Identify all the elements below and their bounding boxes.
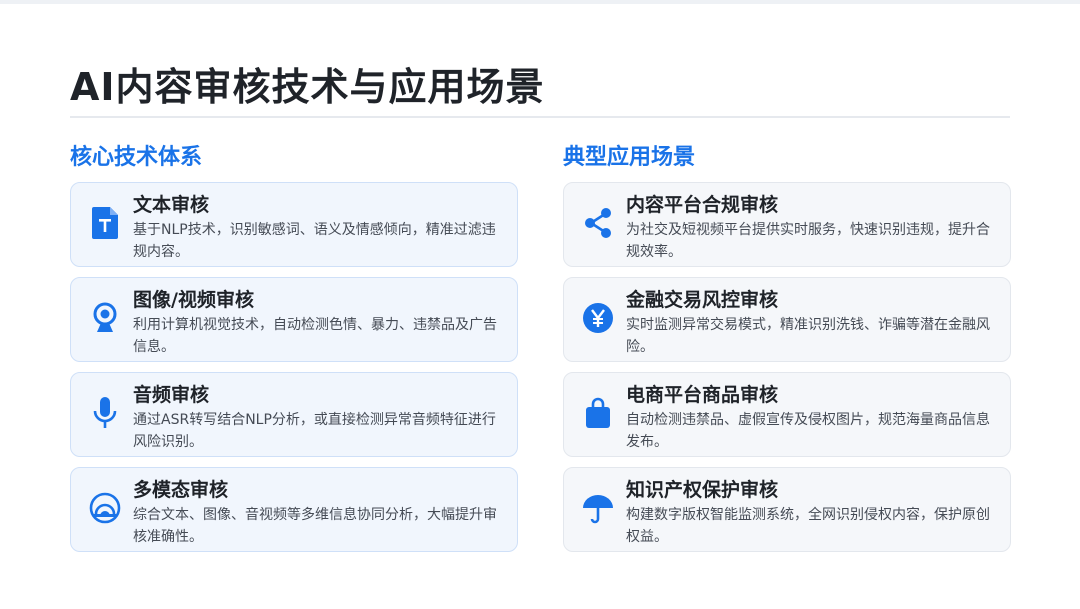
card-title: 图像/视频审核: [133, 289, 254, 311]
application-heading: 典型应用场景: [563, 145, 696, 170]
slide: AI内容审核技术与应用场景 核心技术体系 文本审核 基于NLP技术，识别敏感词、…: [0, 0, 1080, 609]
app-card-ecommerce: 电商平台商品审核 自动检测违禁品、虚假宣传及侵权图片，规范海量商品信息发布。: [563, 372, 1011, 457]
core-tech-column: 核心技术体系 文本审核 基于NLP技术，识别敏感词、语义及情感倾向，精准过滤违规…: [70, 142, 518, 562]
card-description: 综合文本、图像、音视频等多维信息协同分析，大幅提升审核准确性。: [133, 507, 497, 545]
card-title: 内容平台合规审核: [626, 194, 779, 216]
card-title: 音频审核: [133, 384, 210, 406]
core-tech-heading: 核心技术体系: [70, 145, 203, 170]
card-title: 多模态审核: [133, 479, 229, 501]
umbrella-icon: [582, 490, 614, 526]
card-title: 电商平台商品审核: [626, 384, 779, 406]
multimodal-signal-icon: [89, 490, 121, 526]
card-description: 自动检测违禁品、虚假宣传及侵权图片，规范海量商品信息发布。: [626, 412, 990, 450]
page-title: AI内容审核技术与应用场景: [70, 65, 545, 109]
app-card-content-platform: 内容平台合规审核 为社交及短视频平台提供实时服务，快速识别违规，提升合规效率。: [563, 182, 1011, 267]
app-card-finance: 金融交易风控审核 实时监测异常交易模式，精准识别洗钱、诈骗等潜在金融风险。: [563, 277, 1011, 362]
webcam-icon: [89, 300, 121, 336]
shopping-bag-icon: [582, 395, 614, 431]
document-text-icon: [89, 205, 121, 241]
tech-card-multimodal: 多模态审核 综合文本、图像、音视频等多维信息协同分析，大幅提升审核准确性。: [70, 467, 518, 552]
card-description: 基于NLP技术，识别敏感词、语义及情感倾向，精准过滤违规内容。: [133, 222, 496, 260]
app-card-ip-protection: 知识产权保护审核 构建数字版权智能监测系统，全网识别侵权内容，保护原创权益。: [563, 467, 1011, 552]
tech-card-text: 文本审核 基于NLP技术，识别敏感词、语义及情感倾向，精准过滤违规内容。: [70, 182, 518, 267]
card-description: 利用计算机视觉技术，自动检测色情、暴力、违禁品及广告信息。: [133, 317, 497, 355]
card-title: 文本审核: [133, 194, 210, 216]
card-title: 知识产权保护审核: [626, 479, 779, 501]
card-description: 实时监测异常交易模式，精准识别洗钱、诈骗等潜在金融风险。: [626, 317, 990, 355]
card-description: 构建数字版权智能监测系统，全网识别侵权内容，保护原创权益。: [626, 507, 990, 545]
yen-coin-icon: [582, 300, 614, 336]
tech-card-image-video: 图像/视频审核 利用计算机视觉技术，自动检测色情、暴力、违禁品及广告信息。: [70, 277, 518, 362]
card-description: 为社交及短视频平台提供实时服务，快速识别违规，提升合规效率。: [626, 222, 990, 260]
application-column: 典型应用场景 内容平台合规审核 为社交及短视频平台提供实时服务，快速识别违规，提…: [563, 142, 1011, 562]
microphone-icon: [89, 395, 121, 431]
tech-card-audio: 音频审核 通过ASR转写结合NLP分析，或直接检测异常音频特征进行风险识别。: [70, 372, 518, 457]
title-divider: [70, 116, 1010, 118]
card-description: 通过ASR转写结合NLP分析，或直接检测异常音频特征进行风险识别。: [133, 412, 496, 450]
share-icon: [582, 205, 614, 241]
card-title: 金融交易风控审核: [626, 289, 779, 311]
